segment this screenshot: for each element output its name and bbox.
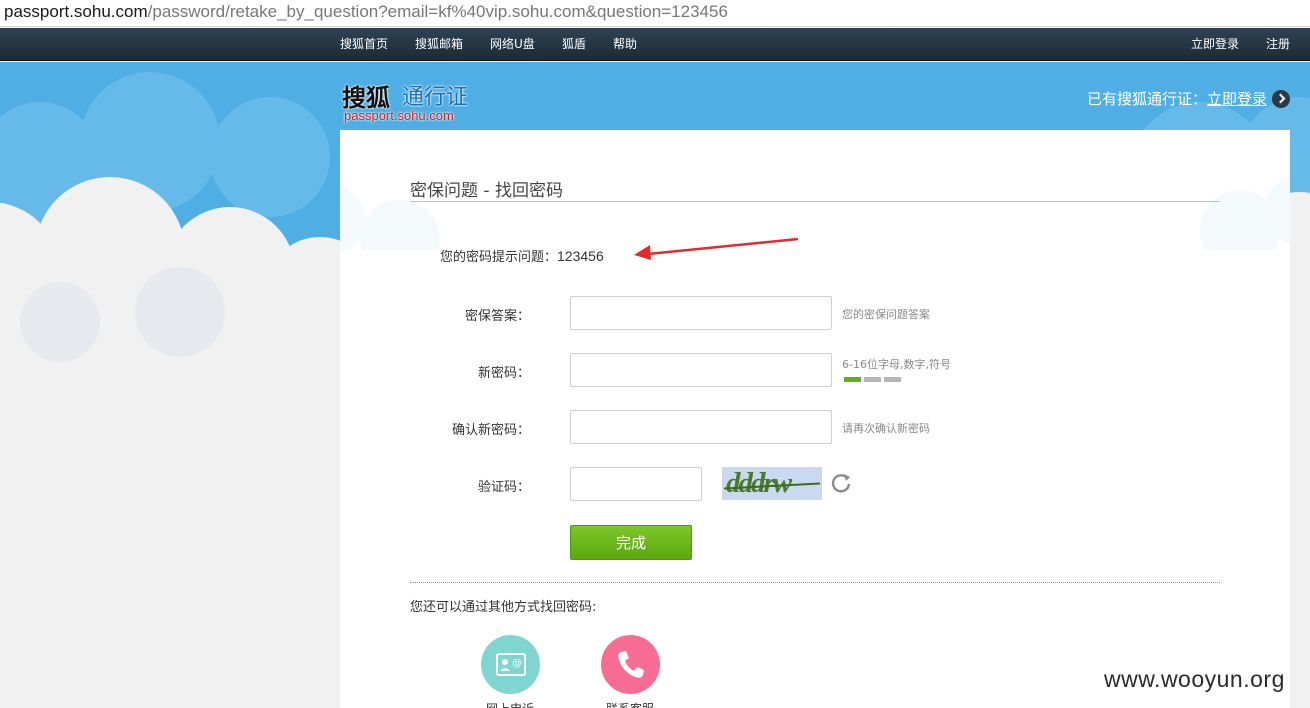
chevron-right-icon[interactable]: [1272, 89, 1290, 108]
nav-login-link[interactable]: 立即登录: [1191, 28, 1239, 61]
captcha-label: 验证码：: [477, 480, 530, 495]
hint-question: 123456: [557, 248, 604, 264]
strength-bar: [844, 377, 861, 382]
captcha-text: dddrw: [726, 467, 792, 499]
phone-icon: [618, 651, 644, 678]
header-login-link[interactable]: 立即登录: [1207, 88, 1267, 109]
contact-support-button[interactable]: [601, 635, 660, 694]
url-host: passport.sohu.com: [4, 2, 148, 21]
nav-item-sohu-home[interactable]: 搜狐首页: [340, 28, 388, 61]
sohu-passport-logo[interactable]: 搜狐 通行证 passport.sohu.com: [342, 78, 482, 128]
hint-label: 您的密码提示问题：: [440, 250, 558, 265]
online-appeal-label: 网上申诉: [486, 700, 534, 708]
red-arrow-annotation: [634, 237, 799, 260]
section-divider: [410, 582, 1220, 583]
online-appeal-button[interactable]: @: [481, 635, 540, 694]
strength-bar: [864, 377, 881, 382]
watermark: www.wooyun.org: [1104, 666, 1285, 692]
nav-item-hudun[interactable]: 狐盾: [562, 28, 586, 61]
top-nav: 搜狐首页 搜狐邮箱 网络U盘 狐盾 帮助 立即登录 注册: [0, 28, 1310, 61]
password-hint: 您的密码提示问题：123456: [440, 246, 604, 265]
password-strength-meter: [844, 377, 901, 382]
title-divider: [410, 201, 1220, 202]
confirm-password-label: 确认新密码：: [451, 423, 530, 438]
nav-item-help[interactable]: 帮助: [613, 28, 637, 61]
new-password-label: 新密码：: [477, 366, 530, 381]
existing-account-text: 已有搜狐通行证：: [1086, 90, 1207, 108]
contact-card-icon: @: [496, 653, 526, 676]
new-password-input[interactable]: [570, 353, 832, 387]
answer-tip: 您的密保问题答案: [842, 308, 930, 321]
answer-label: 密保答案：: [464, 309, 530, 324]
address-bar[interactable]: passport.sohu.com/password/retake_by_que…: [0, 0, 1310, 27]
security-answer-input[interactable]: [570, 296, 832, 330]
contact-support-label: 联系客服: [606, 700, 654, 708]
refresh-icon[interactable]: [830, 472, 852, 494]
confirm-password-tip: 请再次确认新密码: [842, 422, 930, 435]
nav-item-net-disk[interactable]: 网络U盘: [490, 28, 535, 61]
logo-text-passport: 通行证: [402, 85, 469, 110]
submit-button[interactable]: 完成: [570, 525, 692, 560]
nav-item-sohu-mail[interactable]: 搜狐邮箱: [415, 28, 463, 61]
captcha-image[interactable]: dddrw: [722, 467, 822, 500]
page-title: 密保问题 - 找回密码: [410, 181, 563, 201]
strength-bar: [884, 377, 901, 382]
form-panel: 密保问题 - 找回密码 您的密码提示问题：123456 密保答案： 您的密保问题…: [340, 130, 1290, 708]
url-path: /password/retake_by_question?email=kf%40…: [147, 2, 728, 21]
new-password-tip: 6-16位字母,数字,符号: [842, 358, 951, 371]
svg-text:@: @: [512, 658, 522, 669]
nav-register-link[interactable]: 注册: [1266, 28, 1290, 61]
alternatives-heading: 您还可以通过其他方式找回密码:: [410, 600, 597, 615]
confirm-password-input[interactable]: [570, 410, 832, 444]
logo-domain: passport.sohu.com: [344, 108, 454, 123]
captcha-input[interactable]: [570, 467, 702, 501]
existing-account-prompt: 已有搜狐通行证： 立即登录: [1087, 88, 1290, 109]
